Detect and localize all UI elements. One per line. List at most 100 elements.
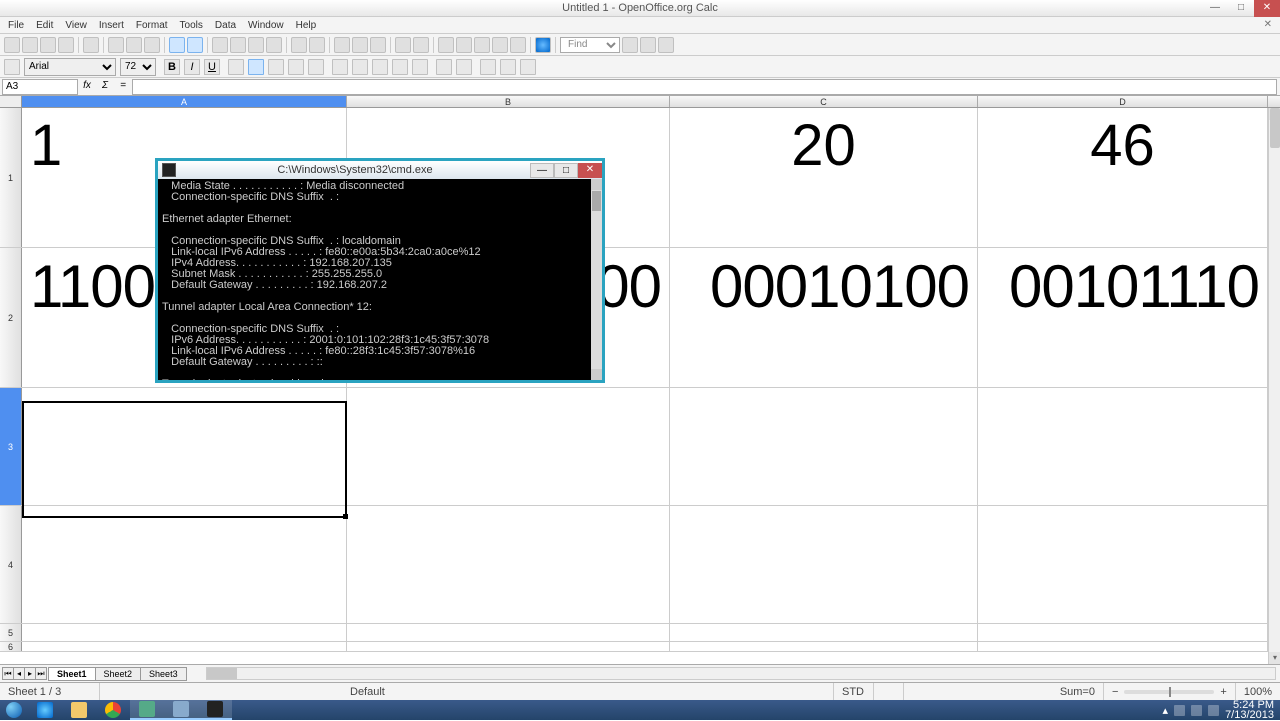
maximize-button[interactable]: □ [1228, 0, 1254, 17]
cell-a4[interactable] [22, 506, 347, 623]
tray-flag-icon[interactable] [1174, 705, 1185, 716]
menu-data[interactable]: Data [211, 19, 240, 32]
col-header-d[interactable]: D [978, 96, 1268, 107]
save-icon[interactable] [40, 37, 56, 53]
print-icon[interactable] [126, 37, 142, 53]
spellcheck-icon[interactable] [169, 37, 185, 53]
gallery-icon[interactable] [456, 37, 472, 53]
undo-icon[interactable] [291, 37, 307, 53]
tray-chevron-icon[interactable]: ▴ [1163, 704, 1169, 717]
menu-file[interactable]: File [4, 19, 28, 32]
select-all-corner[interactable] [0, 96, 22, 107]
zoom-out-icon[interactable]: − [1112, 686, 1118, 698]
menu-help[interactable]: Help [292, 19, 321, 32]
close-button[interactable]: ✕ [1254, 0, 1280, 17]
cell-c6[interactable] [670, 642, 978, 651]
cell-c1[interactable]: 20 [670, 108, 978, 247]
cell-b6[interactable] [347, 642, 670, 651]
find-combo[interactable]: Find [560, 37, 620, 53]
align-left-icon[interactable] [228, 59, 244, 75]
add-decimal-icon[interactable] [392, 59, 408, 75]
col-header-a[interactable]: A [22, 96, 347, 107]
zoom-slider[interactable]: − + [1104, 683, 1236, 700]
cmd-maximize-button[interactable]: □ [554, 163, 578, 178]
pdf-icon[interactable] [108, 37, 124, 53]
cell-d3[interactable] [978, 388, 1268, 505]
col-header-c[interactable]: C [670, 96, 978, 107]
font-size-combo[interactable]: 72 [120, 58, 156, 76]
align-center-icon[interactable] [248, 59, 264, 75]
find-close-icon[interactable] [658, 37, 674, 53]
increase-indent-icon[interactable] [456, 59, 472, 75]
headers-icon[interactable] [492, 37, 508, 53]
cmd-window[interactable]: C:\Windows\System32\cmd.exe — □ ✕ Media … [155, 158, 605, 383]
taskbar-explorer[interactable] [62, 700, 96, 720]
zoom-in-icon[interactable]: + [1220, 686, 1226, 698]
formula-input[interactable] [132, 79, 1277, 95]
align-justify-icon[interactable] [288, 59, 304, 75]
tab-last-icon[interactable]: ⏭ [35, 667, 47, 680]
minimize-button[interactable]: — [1202, 0, 1228, 17]
percent-icon[interactable] [352, 59, 368, 75]
zoom-thumb[interactable] [1169, 687, 1171, 697]
row-header-4[interactable]: 4 [0, 506, 22, 623]
menu-edit[interactable]: Edit [32, 19, 57, 32]
find-next-icon[interactable] [640, 37, 656, 53]
preview-icon[interactable] [144, 37, 160, 53]
cmd-scroll-up-icon[interactable]: ▴ [591, 179, 602, 190]
cell-c4[interactable] [670, 506, 978, 623]
cut-icon[interactable] [212, 37, 228, 53]
row-header-1[interactable]: 1 [0, 108, 22, 247]
borders-icon[interactable] [480, 59, 496, 75]
menu-window[interactable]: Window [244, 19, 288, 32]
scroll-thumb[interactable] [1270, 108, 1280, 148]
cell-b4[interactable] [347, 506, 670, 623]
cell-a5[interactable] [22, 624, 347, 641]
cell-c2[interactable]: 00010100 [670, 248, 978, 387]
zoom-track[interactable] [1124, 690, 1214, 694]
align-right-icon[interactable] [268, 59, 284, 75]
cell-c5[interactable] [670, 624, 978, 641]
hyperlink-icon[interactable] [334, 37, 350, 53]
cell-a6[interactable] [22, 642, 347, 651]
cell-d5[interactable] [978, 624, 1268, 641]
cmd-scrollbar[interactable]: ▴▾ [591, 179, 602, 380]
menu-tools[interactable]: Tools [176, 19, 207, 32]
row-header-2[interactable]: 2 [0, 248, 22, 387]
styles-icon[interactable] [4, 59, 20, 75]
font-name-combo[interactable]: Arial [24, 58, 116, 76]
redo-icon[interactable] [309, 37, 325, 53]
cmd-scroll-thumb[interactable] [592, 191, 601, 211]
autospell-icon[interactable] [187, 37, 203, 53]
tray-volume-icon[interactable] [1208, 705, 1219, 716]
cell-d6[interactable] [978, 642, 1268, 651]
col-header-b[interactable]: B [347, 96, 670, 107]
remove-decimal-icon[interactable] [412, 59, 428, 75]
zoom-icon[interactable] [510, 37, 526, 53]
sheet-tab-2[interactable]: Sheet2 [95, 667, 142, 681]
sort-desc-icon[interactable] [370, 37, 386, 53]
format-paint-icon[interactable] [266, 37, 282, 53]
cmd-close-button[interactable]: ✕ [578, 163, 602, 178]
cell-b3[interactable] [347, 388, 670, 505]
cell-b5[interactable] [347, 624, 670, 641]
copy-icon[interactable] [230, 37, 246, 53]
menu-view[interactable]: View [61, 19, 91, 32]
currency-icon[interactable] [332, 59, 348, 75]
help-icon[interactable] [535, 37, 551, 53]
sort-asc-icon[interactable] [352, 37, 368, 53]
cmd-output[interactable]: Media State . . . . . . . . . . . : Medi… [158, 179, 602, 380]
cell-c3[interactable] [670, 388, 978, 505]
tray-network-icon[interactable] [1191, 705, 1202, 716]
find-icon[interactable] [438, 37, 454, 53]
bgcolor-icon[interactable] [500, 59, 516, 75]
taskbar-calc[interactable] [130, 700, 164, 720]
taskbar-chrome[interactable] [96, 700, 130, 720]
menu-insert[interactable]: Insert [95, 19, 128, 32]
row-header-5[interactable]: 5 [0, 624, 22, 641]
row-header-6[interactable]: 6 [0, 642, 22, 651]
menu-format[interactable]: Format [132, 19, 172, 32]
fontcolor-icon[interactable] [520, 59, 536, 75]
taskbar-app[interactable] [164, 700, 198, 720]
new-icon[interactable] [4, 37, 20, 53]
